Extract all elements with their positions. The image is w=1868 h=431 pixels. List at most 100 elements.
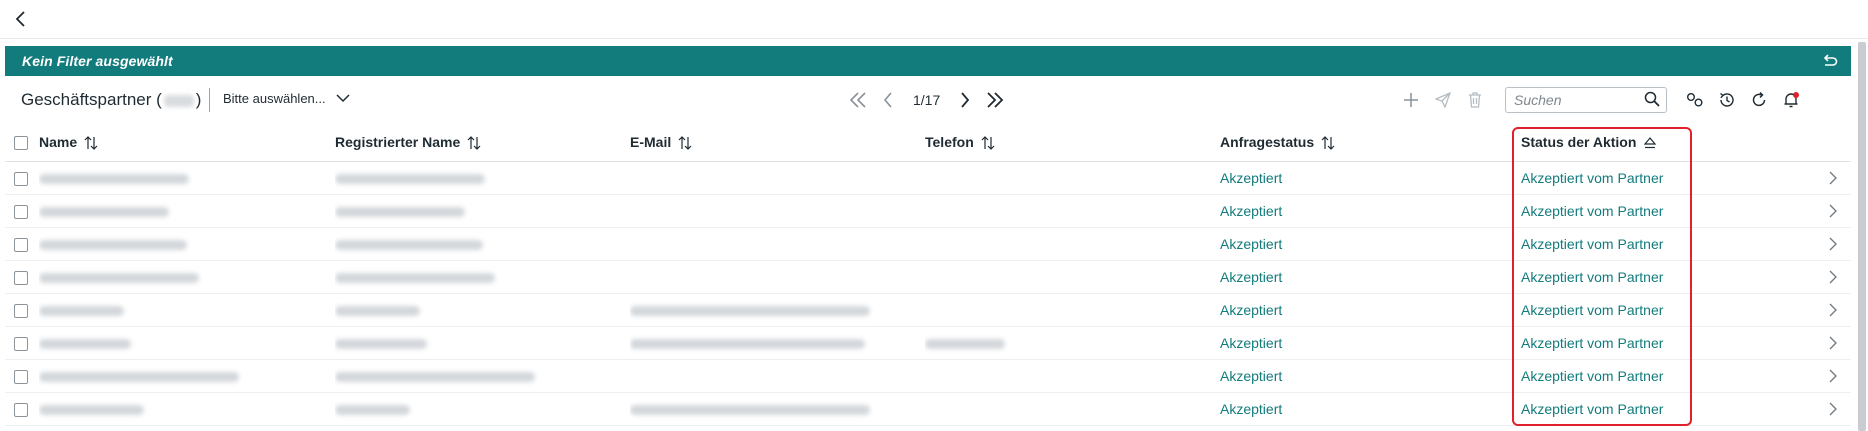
action-status: Akzeptiert vom Partner [1521,302,1664,318]
redacted-name [39,339,131,350]
redacted-registered-name [335,405,410,416]
next-page-button[interactable] [950,88,980,112]
row-detail-button[interactable] [1811,171,1851,185]
pagination: 1/17 [843,88,1010,112]
last-page-button[interactable] [980,88,1010,112]
chevron-right-icon [1829,369,1837,383]
table-row[interactable]: Akzeptiert Akzeptiert vom Partner [5,359,1851,393]
action-status: Akzeptiert vom Partner [1521,203,1664,219]
business-partner-table: Name Registrierter Name E-Mail Telefon A… [5,123,1851,426]
row-checkbox[interactable] [14,172,28,187]
action-status: Akzeptiert vom Partner [1521,401,1664,417]
delete-button[interactable] [1459,86,1491,114]
search-input[interactable] [1512,90,1636,110]
request-status: Akzeptiert [1220,401,1283,417]
row-detail-button[interactable] [1811,303,1851,317]
row-detail-button[interactable] [1811,402,1851,416]
redacted-registered-name [335,240,483,251]
send-button[interactable] [1427,86,1459,114]
action-status: Akzeptiert vom Partner [1521,170,1664,186]
row-checkbox[interactable] [14,370,28,385]
chevron-right-icon [1829,237,1837,251]
redacted-name [39,405,144,416]
sort-icon [467,136,481,150]
column-header-name[interactable]: Name [39,123,335,162]
redacted-count [163,94,194,107]
sort-icon [678,136,692,150]
trash-icon [1469,92,1481,108]
grouping-icon [1687,93,1703,107]
row-detail-button[interactable] [1811,369,1851,383]
previous-page-button[interactable] [873,88,903,112]
chevron-right-icon [961,92,970,108]
column-header-action-status[interactable]: Status der Aktion [1515,123,1811,162]
redacted-name [39,207,169,218]
column-header-phone[interactable]: Telefon [925,123,1220,162]
redacted-registered-name [335,273,495,284]
row-detail-button[interactable] [1811,204,1851,218]
row-detail-button[interactable] [1811,336,1851,350]
notification-bell-icon [1784,92,1799,108]
row-checkbox[interactable] [14,271,28,286]
redacted-registered-name [335,339,427,350]
table-row[interactable]: Akzeptiert Akzeptiert vom Partner [5,392,1851,426]
add-button[interactable] [1395,86,1427,114]
grouping-button[interactable] [1679,86,1711,114]
table-row[interactable]: Akzeptiert Akzeptiert vom Partner [5,326,1851,360]
first-page-button[interactable] [843,88,873,112]
row-checkbox[interactable] [14,304,28,319]
list-toolbar: Geschäftspartner () Bitte auswählen... 1… [5,80,1851,120]
row-detail-button[interactable] [1811,237,1851,251]
row-detail-button[interactable] [1811,270,1851,284]
chevron-right-icon [1829,204,1837,218]
request-status: Akzeptiert [1220,269,1283,285]
history-icon [1720,92,1734,107]
vertical-scrollbar[interactable] [1858,42,1866,431]
redacted-name [39,372,239,383]
table-row[interactable]: Akzeptiert Akzeptiert vom Partner [5,161,1851,195]
request-status: Akzeptiert [1220,368,1283,384]
reset-filter-button[interactable] [1819,50,1841,72]
history-button[interactable] [1711,86,1743,114]
chevron-right-icon [1829,270,1837,284]
search-icon[interactable] [1644,91,1660,107]
chevron-right-icon [1829,402,1837,416]
table-row[interactable]: Akzeptiert Akzeptiert vom Partner [5,194,1851,228]
column-header-request-status[interactable]: Anfragestatus [1220,123,1515,162]
row-checkbox[interactable] [14,337,28,352]
dropdown-label: Bitte auswählen... [223,91,326,106]
view-select-dropdown[interactable]: Bitte auswählen... [223,91,350,106]
filter-status-text: Kein Filter ausgewählt [22,53,173,69]
table-row[interactable]: Akzeptiert Akzeptiert vom Partner [5,227,1851,261]
refresh-button[interactable] [1743,86,1775,114]
back-button[interactable] [8,6,34,32]
redacted-registered-name [335,207,465,218]
column-header-registered-name[interactable]: Registrierter Name [335,123,630,162]
action-status: Akzeptiert vom Partner [1521,335,1664,351]
redacted-name [39,273,199,284]
redacted-name [39,240,187,251]
refresh-icon [1752,91,1766,107]
table-row[interactable]: Akzeptiert Akzeptiert vom Partner [5,260,1851,294]
notifications-button[interactable] [1775,86,1807,114]
row-checkbox[interactable] [14,238,28,253]
request-status: Akzeptiert [1220,302,1283,318]
sort-icon [84,136,98,150]
redacted-phone [925,339,1005,350]
toolbar-actions [1395,86,1807,114]
select-all-checkbox[interactable] [14,136,28,151]
table-row[interactable]: Akzeptiert Akzeptiert vom Partner [5,293,1851,327]
action-status: Akzeptiert vom Partner [1521,269,1664,285]
redacted-email [630,306,870,317]
action-status: Akzeptiert vom Partner [1521,368,1664,384]
chevron-right-icon [1829,336,1837,350]
top-navigation-bar [0,0,1868,39]
row-checkbox[interactable] [14,403,28,418]
sort-ascending-icon [1644,137,1657,149]
filter-bar: Kein Filter ausgewählt [5,46,1851,76]
toolbar-divider [209,88,210,112]
row-checkbox[interactable] [14,205,28,220]
column-header-email[interactable]: E-Mail [630,123,925,162]
chevron-right-icon [1829,303,1837,317]
redacted-email [630,405,870,416]
